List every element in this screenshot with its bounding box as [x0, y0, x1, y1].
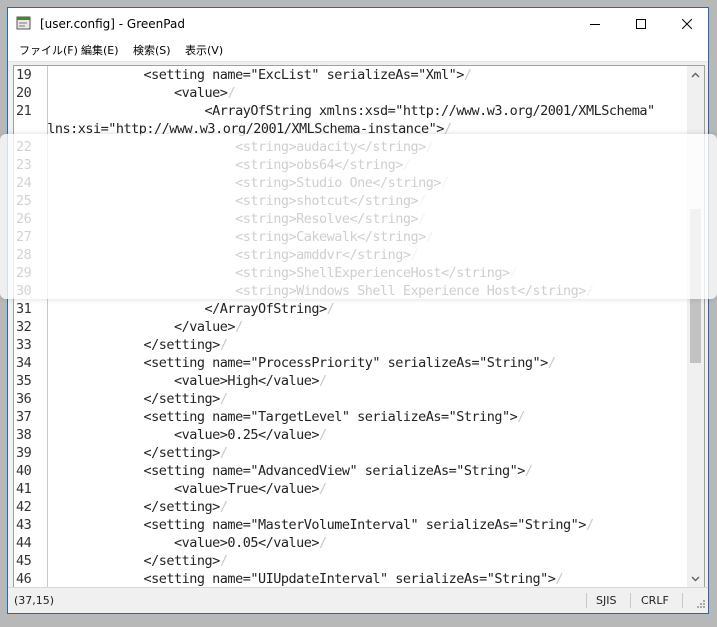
code-line: </setting>/ — [52, 337, 228, 353]
line-number: 36 — [16, 391, 32, 407]
code-line: <value>0.25</value>/ — [52, 427, 327, 443]
line-number: 35 — [16, 373, 32, 389]
window-title: [user.config] - GreenPad — [40, 17, 185, 31]
code-line: </setting>/ — [52, 499, 228, 515]
maximize-button[interactable] — [618, 8, 664, 40]
code-line: </setting>/ — [52, 391, 228, 407]
code-line: <ArrayOfString xmlns:xsd="http://www.w3.… — [52, 103, 656, 119]
code-line: <string>Windows Shell Experience Host</s… — [52, 283, 594, 299]
line-number: 23 — [16, 157, 32, 173]
menu-bar: ファイル(F) 編集(E) 検索(S) 表示(V) — [8, 40, 708, 62]
editor-pane[interactable]: 19 20 21 22 23 24 25 26 27 28 29 30 31 3… — [13, 65, 705, 588]
line-number: 39 — [16, 445, 32, 461]
status-divider — [682, 593, 683, 608]
scroll-thumb[interactable] — [690, 209, 701, 363]
line-number: 30 — [16, 283, 32, 299]
chevron-down-icon — [691, 576, 700, 581]
code-line: <setting name="UIUpdateInterval" seriali… — [52, 571, 564, 587]
resize-grip-icon[interactable] — [694, 599, 706, 611]
code-line: <string>ShellExperienceHost</string>/ — [52, 265, 518, 281]
line-number — [14, 120, 48, 138]
status-divider — [586, 593, 587, 608]
line-number: 33 — [16, 337, 32, 353]
line-number: 19 — [16, 67, 32, 83]
code-line: <string>Cakewalk</string>/ — [52, 229, 434, 245]
code-line: <setting name="ProcessPriority" serializ… — [52, 355, 556, 371]
line-number: 44 — [16, 535, 32, 551]
code-line: </value>/ — [52, 319, 243, 335]
status-bar: (37,15) SJIS CRLF — [8, 587, 708, 613]
menu-edit[interactable]: 編集(E) — [78, 40, 122, 61]
line-number: 46 — [16, 571, 32, 587]
cursor-position: (37,15) — [14, 594, 55, 607]
line-number: 43 — [16, 517, 32, 533]
status-divider — [630, 593, 631, 608]
maximize-icon — [636, 19, 646, 29]
menu-view[interactable]: 表示(V) — [182, 40, 226, 61]
scroll-down-button[interactable] — [687, 570, 704, 587]
line-number: 38 — [16, 427, 32, 443]
title-bar[interactable]: [user.config] - GreenPad — [8, 8, 708, 40]
scroll-up-button[interactable] — [687, 66, 704, 83]
line-number-gutter: 19 20 21 22 23 24 25 26 27 28 29 30 31 3… — [14, 66, 48, 587]
line-number: 37 — [16, 409, 32, 425]
code-line: <string>Resolve</string>/ — [52, 211, 426, 227]
line-number: 27 — [16, 229, 32, 245]
line-number: 20 — [16, 85, 32, 101]
greenpad-window: [user.config] - GreenPad ファイル(F) 編集(E) 検… — [7, 7, 709, 614]
line-number: 28 — [16, 247, 32, 263]
line-number: 21 — [16, 103, 32, 119]
line-number: 34 — [16, 355, 32, 371]
line-number: 25 — [16, 193, 32, 209]
minimize-button[interactable] — [572, 8, 618, 40]
code-line: <string>obs64</string>/ — [52, 157, 411, 173]
code-line: <value>True</value>/ — [52, 481, 327, 497]
code-line: <setting name="AdvancedView" serializeAs… — [52, 463, 534, 479]
greenpad-app-icon[interactable] — [16, 16, 32, 31]
encoding-indicator[interactable]: SJIS — [596, 588, 616, 613]
line-number: 26 — [16, 211, 32, 227]
line-number: 31 — [16, 301, 32, 317]
line-number: 24 — [16, 175, 32, 191]
line-number: 45 — [16, 553, 32, 569]
minimize-icon — [590, 24, 600, 25]
code-line: </setting>/ — [52, 553, 228, 569]
close-icon — [682, 19, 692, 29]
code-line: <value>0.05</value>/ — [52, 535, 327, 551]
code-line: <string>audacity</string>/ — [52, 139, 434, 155]
code-line: <setting name="TargetLevel" serializeAs=… — [52, 409, 526, 425]
line-number: 41 — [16, 481, 32, 497]
close-button[interactable] — [664, 8, 708, 40]
line-number: 40 — [16, 463, 32, 479]
code-line: <string>shotcut</string>/ — [52, 193, 426, 209]
code-line-wrapped: xmlns:xsi="http://www.w3.org/2001/XMLSch… — [48, 121, 452, 137]
chevron-up-icon — [691, 72, 700, 77]
line-number: 42 — [16, 499, 32, 515]
code-line: </setting>/ — [52, 445, 228, 461]
line-number: 32 — [16, 319, 32, 335]
line-number: 29 — [16, 265, 32, 281]
code-line: <value>/ — [52, 85, 236, 101]
code-line: <string>Studio One</string>/ — [52, 175, 449, 191]
code-line: <setting name="ExcList" serializeAs="Xml… — [52, 67, 472, 83]
line-number: 22 — [16, 139, 32, 155]
menu-file[interactable]: ファイル(F) — [16, 40, 81, 61]
code-line: <string>amddvr</string>/ — [52, 247, 419, 263]
text-area[interactable]: <setting name="ExcList" serializeAs="Xml… — [48, 66, 688, 587]
menu-search[interactable]: 検索(S) — [130, 40, 174, 61]
vertical-scrollbar[interactable] — [687, 66, 704, 587]
code-line: <setting name="MasterVolumeInterval" ser… — [52, 517, 595, 533]
code-line: </ArrayOfString>/ — [52, 301, 335, 317]
code-line: <value>High</value>/ — [52, 373, 327, 389]
line-ending-indicator[interactable]: CRLF — [641, 588, 669, 613]
